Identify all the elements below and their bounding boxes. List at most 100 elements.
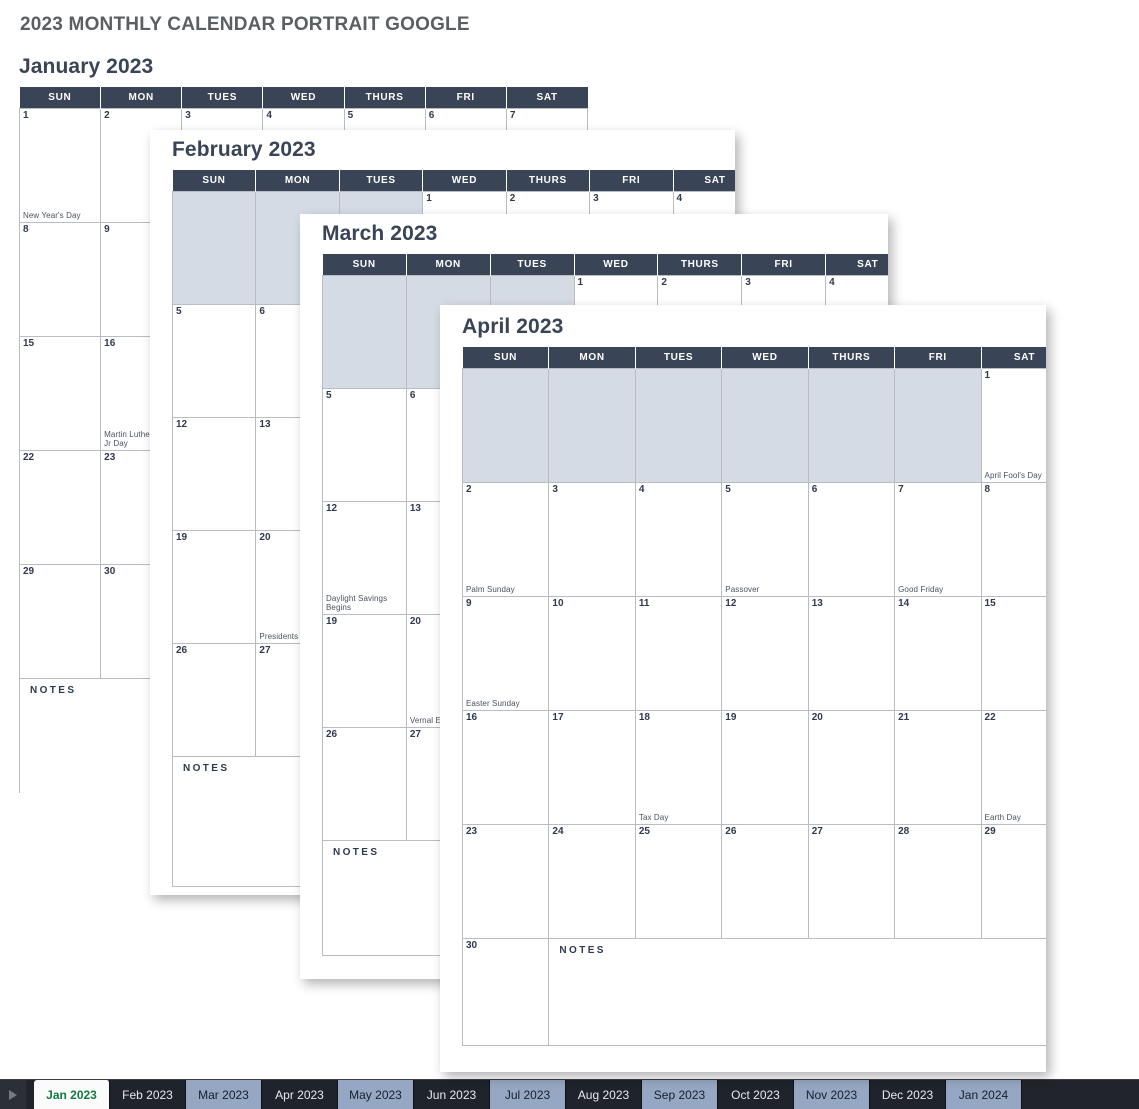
triangle-right-icon [9,1089,17,1100]
day-number: 8 [23,224,29,235]
calendar-cell-day[interactable]: 27 [807,824,896,939]
calendar-cell-day[interactable]: 9 Easter Sunday [461,596,550,711]
weekday-header-sat: SAT [506,87,588,109]
calendar-cell-empty[interactable] [721,368,809,483]
calendar-cell-day[interactable]: 30 [461,938,550,1046]
sheet-tab-jul-2023[interactable]: Jul 2023 [490,1080,566,1109]
day-number: 14 [898,598,910,609]
calendar-cell-day[interactable]: 5 Passover [721,482,809,597]
calendar-cell-empty[interactable] [894,368,982,483]
day-number: 19 [725,712,737,723]
calendar-cell-day[interactable]: 18 Tax Day [634,710,723,825]
calendar-cell-day[interactable]: 29 [19,564,102,679]
calendar-cell-day[interactable]: 22 Earth Day [980,710,1046,825]
calendar-cell-day[interactable]: 21 [894,710,982,825]
calendar-cell-day[interactable]: 4 [634,482,723,597]
calendar-cell-day[interactable]: 7 Good Friday [894,482,982,597]
calendar-cell-empty[interactable] [171,191,257,305]
weekday-header-thurs: THURS [344,87,426,109]
calendar-cell-day[interactable]: 3 [548,482,636,597]
calendar-cell-day[interactable]: 22 [19,450,102,565]
calendar-cell-day[interactable]: 14 [894,596,982,711]
calendar-cell-day[interactable]: 15 [980,596,1046,711]
weekday-header-tues: TUES [490,254,575,276]
calendar-cell-day[interactable]: 29 [980,824,1046,939]
calendar-cell-day[interactable]: 19 [721,710,809,825]
sheet-tab-oct-2023[interactable]: Oct 2023 [718,1080,794,1109]
sheet-tab-aug-2023[interactable]: Aug 2023 [566,1080,642,1109]
calendar-cell-day[interactable]: 6 [807,482,896,597]
calendar-week-row: 23 24 25 26 27 28 29 [461,824,1046,939]
holiday-label: New Year's Day [23,211,81,220]
calendar-cell-day[interactable]: 25 [634,824,723,939]
day-number: 8 [984,484,991,495]
day-number: 29 [984,826,996,837]
calendar-cell-day[interactable]: 24 [548,824,636,939]
calendar-cell-day[interactable]: 1 April Fool's Day [980,368,1046,483]
holiday-label: Palm Sunday [466,585,515,594]
holiday-label: Tax Day [638,813,669,822]
calendar-cell-day[interactable]: 20 [807,710,896,825]
calendar-cell-day[interactable]: 12 [171,417,257,531]
day-number: 30 [466,940,478,951]
calendar-cell-day[interactable]: 12 [721,596,809,711]
sheet-tab-sep-2023[interactable]: Sep 2023 [642,1080,718,1109]
weekday-header-row: SUN MON TUES WED THURS FRI SAT [462,347,1046,369]
calendar-cell-day[interactable]: 28 [894,824,982,939]
sheet-tab-jun-2023[interactable]: Jun 2023 [414,1080,490,1109]
day-number: 19 [176,532,188,543]
calendar-cell-day[interactable]: 26 [721,824,809,939]
day-number: 9 [104,224,110,235]
calendar-cell-day[interactable]: 5 [322,388,407,502]
calendar-cell-day[interactable]: 10 [548,596,636,711]
sheet-tab-jan-2023[interactable]: Jan 2023 [34,1080,110,1109]
weekday-header-thurs: THURS [506,170,591,192]
calendar-cell-empty[interactable] [548,368,636,483]
sheet-tab-nov-2023[interactable]: Nov 2023 [794,1080,870,1109]
calendar-cell-day[interactable]: 19 [171,530,257,644]
day-number: 27 [811,826,823,837]
day-number: 16 [104,338,116,349]
calendar-cell-day[interactable]: 13 [807,596,896,711]
calendar-cell-day[interactable]: 5 [171,304,257,418]
calendar-cell-day[interactable]: 2 Palm Sunday [461,482,550,597]
sheet-nav-next-button[interactable] [0,1080,26,1109]
day-number: 19 [326,616,338,627]
calendar-cell-day[interactable]: 17 [548,710,636,825]
day-number: 13 [811,598,823,609]
calendar-cell-day[interactable]: 26 [322,727,407,841]
day-number: 26 [326,729,338,740]
sheet-tab-bar[interactable]: Jan 2023 Feb 2023 Mar 2023 Apr 2023 May 2023… [0,1079,1139,1109]
calendar-cell-empty[interactable] [322,275,407,389]
calendar-cell-empty[interactable] [807,368,896,483]
calendar-cell-day[interactable]: 16 [461,710,550,825]
sheet-tab-apr-2023[interactable]: Apr 2023 [262,1080,338,1109]
calendar-cell-empty[interactable] [634,368,723,483]
day-number: 7 [898,484,904,495]
calendar-cell-day[interactable]: 15 [19,336,102,451]
calendar-cell-day[interactable]: 1 New Year's Day [19,108,102,223]
sheet-tab-jan-2024[interactable]: Jan 2024 [946,1080,1022,1109]
weekday-header-row: SUN MON TUES WED THURS FRI SAT [172,170,735,192]
sheet-tab-may-2023[interactable]: May 2023 [338,1080,414,1109]
calendar-cell-day[interactable]: 12 Daylight Savings Begins [322,501,407,615]
calendar-cell-day[interactable]: 8 [19,222,102,337]
calendar-cell-day[interactable]: 8 [980,482,1046,597]
day-number: 21 [898,712,910,723]
calendar-cell-day[interactable]: 26 [171,643,257,757]
notes-area[interactable]: NOTES [548,938,1046,1046]
day-number: 17 [552,712,564,723]
weekday-header-fri: FRI [425,87,507,109]
day-number: 16 [466,712,478,723]
calendar-cell-day[interactable]: 11 [634,596,723,711]
calendar-cell-day[interactable]: 19 [322,614,407,728]
day-number: 24 [552,826,564,837]
day-number: 5 [725,484,731,495]
weekday-header-wed: WED [422,170,507,192]
calendar-cell-day[interactable]: 23 [461,824,550,939]
sheet-tab-feb-2023[interactable]: Feb 2023 [110,1080,186,1109]
calendar-cell-empty[interactable] [461,368,550,483]
sheet-tab-mar-2023[interactable]: Mar 2023 [186,1080,262,1109]
sheet-tab-dec-2023[interactable]: Dec 2023 [870,1080,946,1109]
weekday-header-row: SUN MON TUES WED THURS FRI SAT [322,254,888,276]
